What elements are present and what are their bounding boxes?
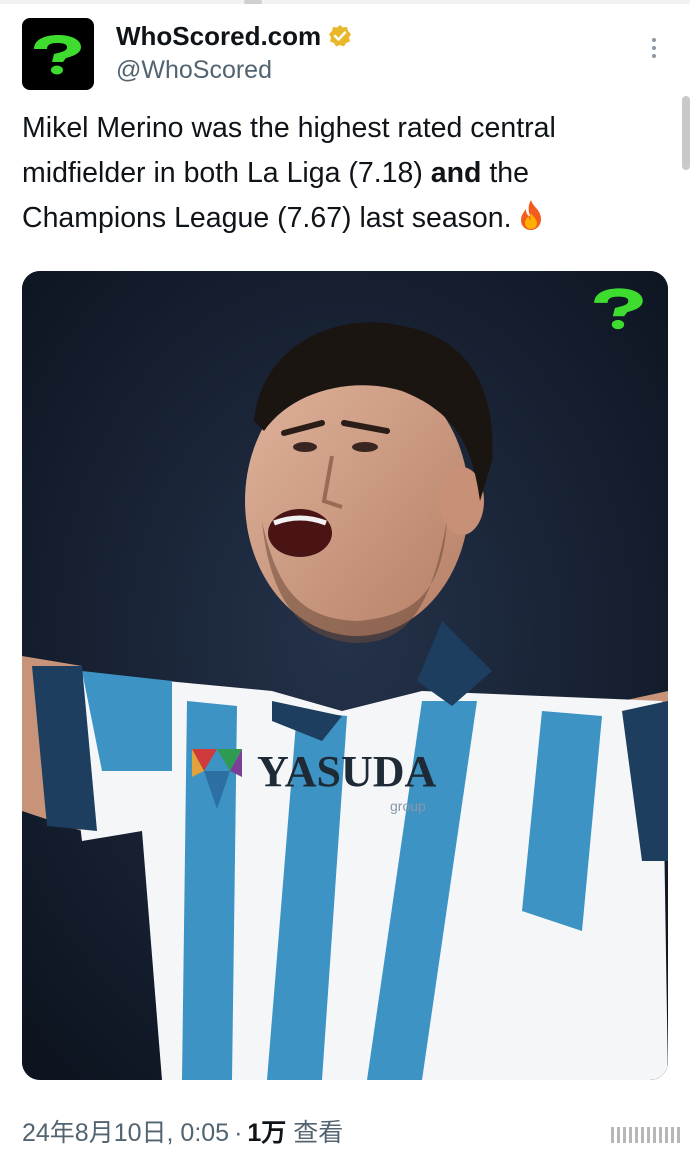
views-count: 1万 [247,1119,287,1147]
meta-separator: · [234,1119,243,1147]
account-names: WhoScored.com @WhoScored [116,18,352,86]
account-handle[interactable]: @WhoScored [116,54,352,86]
tweet-text: Mikel Merino was the highest rated centr… [22,106,662,245]
top-divider [0,0,690,4]
question-mark-logo-icon [588,285,650,336]
tweet-datetime[interactable]: 24年8月10日, 0:05 [22,1119,229,1147]
tweet-text-bold: and [430,157,482,189]
more-options-icon[interactable] [642,34,666,66]
watermark-glyphs [540,1122,680,1148]
question-mark-logo-icon [34,35,81,75]
display-name[interactable]: WhoScored.com [116,18,352,54]
player-photo: YASUDA group [22,271,668,1080]
sponsor-sub-text: group [390,798,426,814]
fire-icon [516,199,546,245]
avatar[interactable] [22,18,94,90]
scrollbar[interactable] [682,96,690,170]
tweet-media-photo[interactable]: YASUDA group [22,271,668,1080]
sponsor-text: YASUDA [257,747,437,796]
verified-badge-icon [329,25,352,47]
tweet-header: WhoScored.com @WhoScored [22,18,672,94]
views-label: 查看 [293,1119,344,1147]
